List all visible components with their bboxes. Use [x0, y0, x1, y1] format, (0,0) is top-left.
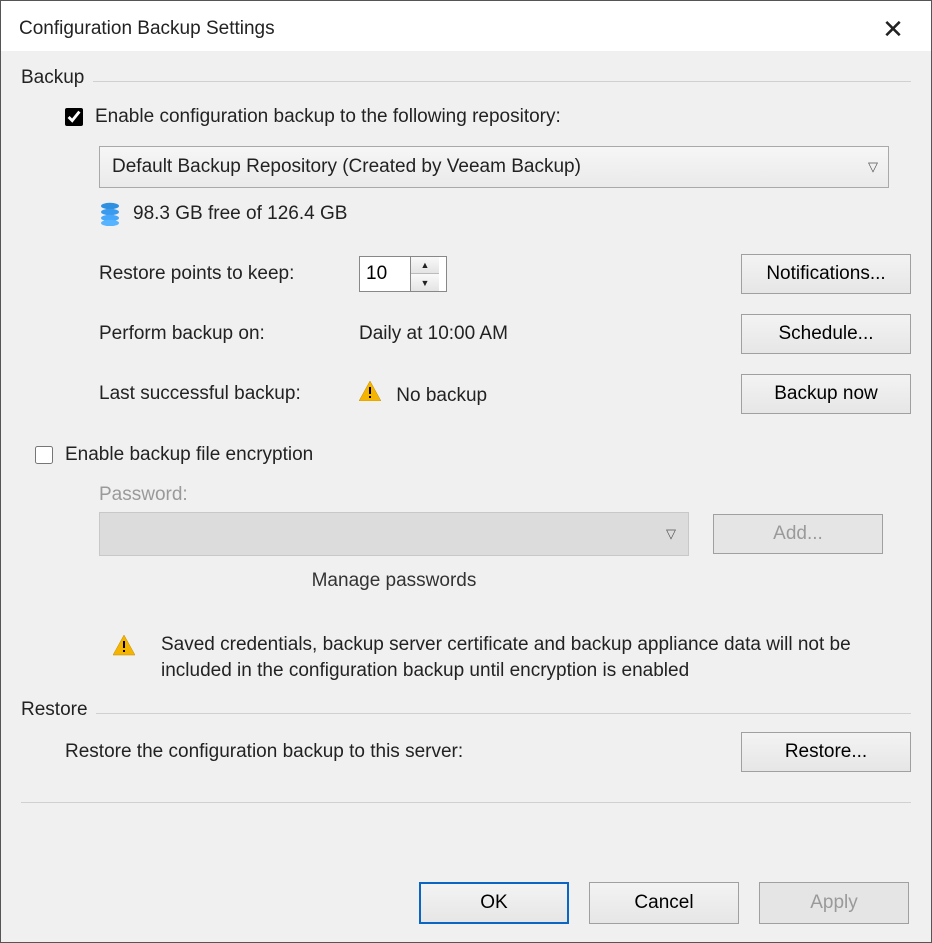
- password-label: Password:: [99, 484, 911, 506]
- free-space-row: 98.3 GB free of 126.4 GB: [99, 202, 911, 226]
- free-space-text: 98.3 GB free of 126.4 GB: [133, 203, 347, 225]
- last-backup-label: Last successful backup:: [99, 383, 359, 405]
- notifications-button[interactable]: Notifications...: [741, 254, 911, 294]
- client-area: Backup Enable configuration backup to th…: [1, 51, 931, 942]
- perform-backup-value: Daily at 10:00 AM: [359, 323, 731, 345]
- disk-stack-icon: [99, 202, 121, 226]
- restore-group: Restore Restore the configuration backup…: [21, 713, 911, 772]
- schedule-button[interactable]: Schedule...: [741, 314, 911, 354]
- restore-button[interactable]: Restore...: [741, 732, 911, 772]
- enable-encryption-label: Enable backup file encryption: [65, 444, 313, 466]
- backup-now-button[interactable]: Backup now: [741, 374, 911, 414]
- manage-passwords-link[interactable]: Manage passwords: [312, 570, 477, 591]
- chevron-down-icon: ▽: [666, 526, 676, 542]
- restore-points-spinner[interactable]: ▲ ▼: [359, 256, 447, 292]
- warning-icon: [359, 381, 381, 401]
- footer-separator: [21, 802, 911, 803]
- restore-points-input[interactable]: [360, 257, 410, 291]
- spinner-up[interactable]: ▲: [411, 257, 439, 274]
- dialog-footer: OK Cancel Apply: [419, 882, 909, 924]
- repository-selected: Default Backup Repository (Created by Ve…: [112, 156, 581, 178]
- chevron-down-icon: ▽: [868, 159, 878, 175]
- cancel-button[interactable]: Cancel: [589, 882, 739, 924]
- enable-backup-checkbox[interactable]: [65, 108, 83, 126]
- last-backup-value: No backup: [359, 381, 731, 407]
- backup-legend: Backup: [21, 67, 92, 89]
- ok-button[interactable]: OK: [419, 882, 569, 924]
- apply-button: Apply: [759, 882, 909, 924]
- restore-text: Restore the configuration backup to this…: [65, 741, 463, 763]
- restore-legend: Restore: [21, 699, 96, 721]
- enable-backup-row: Enable configuration backup to the follo…: [65, 106, 911, 128]
- encryption-block: Enable backup file encryption Password: …: [65, 444, 911, 592]
- titlebar: Configuration Backup Settings ✕: [1, 1, 931, 51]
- perform-backup-label: Perform backup on:: [99, 323, 359, 345]
- enable-encryption-checkbox[interactable]: [35, 446, 53, 464]
- window-title: Configuration Backup Settings: [19, 18, 275, 40]
- encryption-warning: Saved credentials, backup server certifi…: [113, 632, 873, 683]
- repository-dropdown[interactable]: Default Backup Repository (Created by Ve…: [99, 146, 889, 188]
- backup-group: Backup Enable configuration backup to th…: [21, 81, 911, 683]
- restore-points-label: Restore points to keep:: [99, 263, 359, 285]
- add-password-button: Add...: [713, 514, 883, 554]
- close-button[interactable]: ✕: [873, 16, 913, 42]
- spinner-down[interactable]: ▼: [411, 274, 439, 291]
- encryption-warning-text: Saved credentials, backup server certifi…: [161, 632, 873, 683]
- enable-backup-label: Enable configuration backup to the follo…: [95, 106, 561, 128]
- warning-icon: [113, 635, 135, 655]
- password-dropdown: ▽: [99, 512, 689, 556]
